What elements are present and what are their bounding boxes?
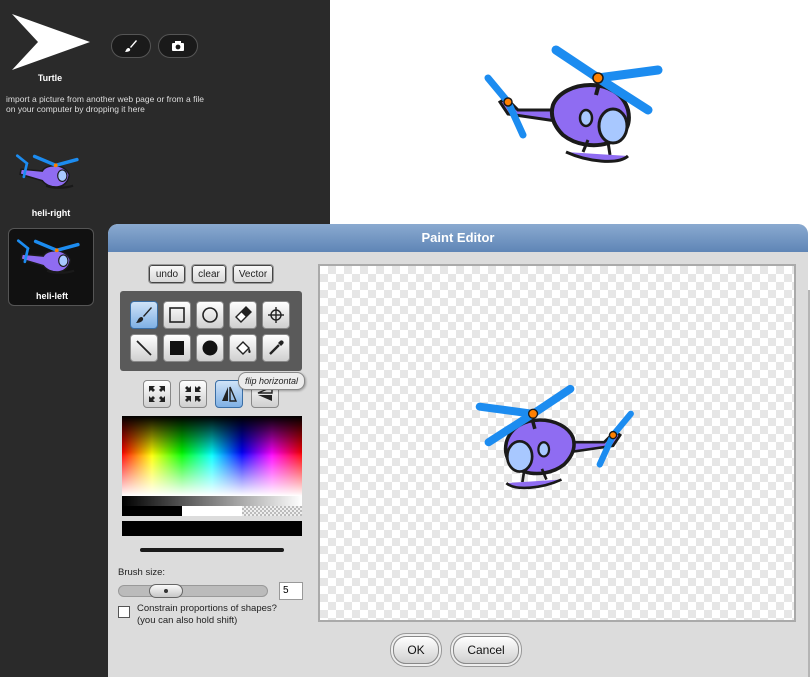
costume-label: heli-right xyxy=(31,208,71,218)
import-hint: import a picture from another web page o… xyxy=(6,94,204,114)
line-icon xyxy=(136,340,152,356)
grayscale-palette[interactable] xyxy=(122,496,302,506)
color-swatches xyxy=(122,506,302,516)
tool-brush[interactable] xyxy=(130,301,158,329)
tool-line[interactable] xyxy=(130,334,158,362)
tool-rectangle[interactable] xyxy=(163,301,191,329)
grow-button[interactable] xyxy=(143,380,171,408)
costume-label: heli-left xyxy=(35,291,68,301)
ellipse-icon xyxy=(202,307,218,323)
paintbrush-icon xyxy=(125,40,137,52)
costume-item-heli-left[interactable]: heli-left xyxy=(8,228,94,306)
costume-item-heli-right[interactable]: heli-right xyxy=(8,144,94,222)
stage-sprite-helicopter[interactable] xyxy=(478,40,663,175)
filled-ellipse-icon xyxy=(202,340,218,356)
undo-button[interactable]: undo xyxy=(148,264,186,284)
constrain-checkbox[interactable] xyxy=(118,606,130,618)
crosshair-icon xyxy=(268,307,284,323)
shrink-button[interactable] xyxy=(179,380,207,408)
flip-horizontal-icon xyxy=(222,386,238,402)
brush-size-slider[interactable] xyxy=(118,584,268,598)
camera-button[interactable] xyxy=(158,34,198,58)
cancel-button[interactable]: Cancel xyxy=(453,636,519,664)
paintbrush-icon xyxy=(136,307,152,323)
ok-button[interactable]: OK xyxy=(393,636,439,664)
paint-new-costume-button[interactable] xyxy=(111,34,151,58)
eraser-icon xyxy=(235,306,252,323)
clear-button[interactable]: clear xyxy=(191,264,227,284)
tool-filled-ellipse[interactable] xyxy=(196,334,224,362)
vector-button[interactable]: Vector xyxy=(232,264,274,284)
slider-knob[interactable] xyxy=(149,584,183,598)
filled-rectangle-icon xyxy=(170,341,184,355)
drawing-canvas[interactable] xyxy=(318,264,796,622)
turtle-sprite-icon[interactable] xyxy=(10,12,92,72)
swatch-transparent[interactable] xyxy=(242,506,302,516)
tool-pipette[interactable] xyxy=(262,334,290,362)
constrain-label: Constrain proportions of shapes? xyxy=(137,603,277,614)
pipette-icon xyxy=(269,340,284,355)
dialog-title[interactable]: Paint Editor xyxy=(108,224,808,252)
color-palette[interactable] xyxy=(122,416,302,496)
sprite-name: Turtle xyxy=(37,73,63,83)
tool-paint-bucket[interactable] xyxy=(229,334,257,362)
heli-right-thumbnail xyxy=(15,154,79,189)
tool-filled-rectangle[interactable] xyxy=(163,334,191,362)
expand-icon xyxy=(149,386,165,402)
paint-editor-dialog[interactable]: Paint Editor undo clear Vector flip hori… xyxy=(108,224,808,677)
tool-eraser[interactable] xyxy=(229,301,257,329)
tool-rotation-center[interactable] xyxy=(262,301,290,329)
swatch-black[interactable] xyxy=(122,506,182,516)
camera-icon xyxy=(172,41,184,51)
constrain-hint: (you can also hold shift) xyxy=(137,615,238,626)
canvas-helicopter xyxy=(475,384,634,490)
tooltip: flip horizontal xyxy=(238,372,306,390)
current-color-preview xyxy=(122,521,302,536)
brush-size-input[interactable]: 5 xyxy=(279,582,303,600)
shrink-icon xyxy=(185,386,201,402)
brush-size-label: Brush size: xyxy=(118,567,165,578)
tool-ellipse[interactable] xyxy=(196,301,224,329)
swatch-white[interactable] xyxy=(182,506,242,516)
heli-left-thumbnail xyxy=(16,239,80,274)
rectangle-icon xyxy=(169,307,185,323)
brush-size-preview xyxy=(140,548,284,552)
tool-palette xyxy=(120,291,302,371)
paint-bucket-icon xyxy=(236,341,251,355)
